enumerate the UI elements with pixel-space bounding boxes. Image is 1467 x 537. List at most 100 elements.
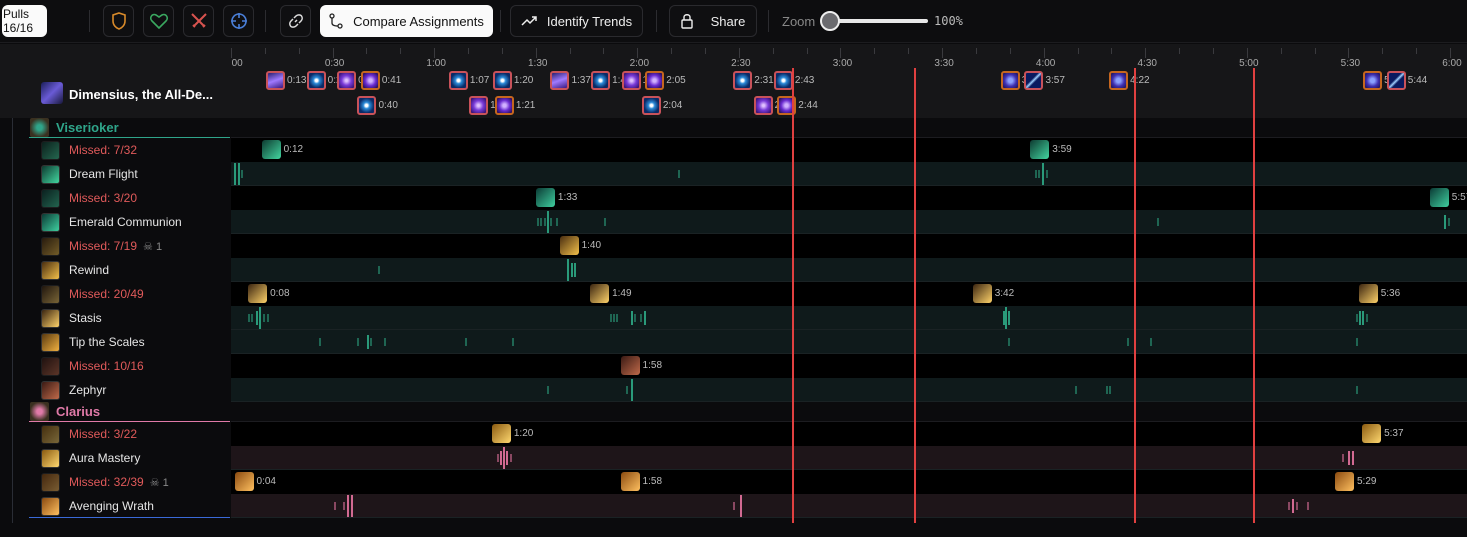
boss-ability-icon[interactable]	[550, 71, 570, 90]
ability-row[interactable]: Dream Flight	[29, 162, 230, 186]
player-header[interactable]	[29, 517, 230, 537]
boss-ability-icon[interactable]	[645, 71, 665, 90]
zephyr-cast-icon[interactable]	[620, 356, 640, 375]
usage-tick	[333, 502, 336, 510]
ability-row[interactable]: Rewind	[29, 258, 230, 282]
dream-flight-cast-icon[interactable]	[261, 140, 281, 159]
timeline[interactable]: 0:00 0:30 1:00 1:30 2:00 2:30 3:00 3:30 4:00 4:30…	[231, 44, 1467, 523]
usage-tick	[677, 170, 680, 178]
divider	[500, 10, 501, 32]
stasis-cast-icon[interactable]	[590, 284, 610, 303]
boss-ability-icon[interactable]	[357, 96, 377, 115]
emerald-communion-cast-icon[interactable]	[1429, 188, 1449, 207]
missed-casts-row[interactable]: Missed: 7/32	[29, 138, 230, 162]
time-marker-line[interactable]	[913, 68, 916, 523]
ruler-tick	[1043, 48, 1045, 58]
boss-ability-icon[interactable]	[1386, 71, 1406, 90]
boss-ability-icon[interactable]	[1363, 71, 1383, 90]
missed-casts-row[interactable]: Missed: 10/16	[29, 354, 230, 378]
pulls-button[interactable]: Pulls 16/16	[2, 5, 47, 37]
usage-tick	[238, 163, 241, 185]
skull-icon: ☠	[143, 240, 156, 253]
boss-ability-icon[interactable]	[448, 71, 468, 90]
boss-ability-icon[interactable]	[492, 71, 512, 90]
time-marker-line[interactable]	[792, 68, 795, 523]
healer-filter-button[interactable]	[143, 5, 174, 37]
zoom-slider-track[interactable]	[828, 19, 928, 23]
usage-tick	[259, 307, 262, 329]
player-name: Clarius	[56, 404, 101, 419]
missed-casts-row[interactable]: Missed: 3/22	[29, 422, 230, 446]
boss-ability-icon[interactable]	[621, 71, 641, 90]
avenging-wrath-cast-icon[interactable]	[234, 472, 254, 491]
aura-mastery-cast-icon[interactable]	[491, 424, 511, 443]
ability-name: Aura Mastery	[69, 451, 141, 465]
ruler-label: 0:30	[324, 58, 345, 69]
ability-row[interactable]: Emerald Communion	[29, 210, 230, 234]
boss-ability-icon[interactable]	[360, 71, 380, 90]
ability-usage-row	[231, 210, 1467, 234]
aura-mastery-icon	[41, 424, 60, 444]
boss-ability-icon[interactable]	[733, 71, 753, 90]
share-button[interactable]: Share	[669, 5, 757, 37]
ability-row[interactable]: Stasis	[29, 306, 230, 330]
ability-row[interactable]: Tip the Scales	[29, 330, 230, 354]
ruler-tick	[231, 48, 232, 58]
missed-casts-row[interactable]: Missed: 7/19 ☠ 1	[29, 234, 230, 258]
boss-ability-icon[interactable]	[337, 71, 357, 90]
boss-ability-icon[interactable]	[1000, 71, 1020, 90]
time-marker-line[interactable]	[1134, 68, 1137, 523]
usage-tick	[1358, 311, 1361, 325]
aura-mastery-cast-icon[interactable]	[1362, 424, 1382, 443]
boss-ability-icon[interactable]	[753, 96, 773, 115]
avenging-wrath-cast-icon[interactable]	[620, 472, 640, 491]
boss-ability-icon[interactable]	[1024, 71, 1044, 90]
ruler-tick	[1314, 48, 1316, 54]
stasis-cast-icon[interactable]	[972, 284, 992, 303]
divider	[265, 10, 266, 32]
time-marker-line[interactable]	[1252, 68, 1255, 523]
missed-casts-row[interactable]: Missed: 32/39 ☠ 1	[29, 470, 230, 494]
deaths-count: ☠ 1	[150, 476, 169, 489]
boss-ability-icon[interactable]	[494, 96, 514, 115]
boss-ability-icon[interactable]	[306, 71, 326, 90]
avenging-wrath-cast-icon[interactable]	[1334, 472, 1354, 491]
ability-row[interactable]: Aura Mastery	[29, 446, 230, 470]
target-filter-button[interactable]	[223, 5, 254, 37]
copy-link-button[interactable]	[280, 5, 311, 37]
stasis-cast-icon[interactable]	[248, 284, 268, 303]
usage-tick	[343, 502, 346, 510]
ruler-label: 0:00	[231, 58, 243, 69]
compare-assignments-button[interactable]: Compare Assignments	[320, 5, 493, 37]
tank-filter-button[interactable]	[103, 5, 134, 37]
identify-trends-button[interactable]: Identify Trends	[510, 5, 643, 37]
boss-ability-icon[interactable]	[641, 96, 661, 115]
boss-ability-icon[interactable]	[773, 71, 793, 90]
ability-usage-row	[231, 446, 1467, 470]
boss-ability-icon[interactable]	[1109, 71, 1129, 90]
avenging-wrath-icon	[41, 472, 60, 492]
stasis-cast-icon[interactable]	[1358, 284, 1378, 303]
emerald-communion-cast-icon[interactable]	[535, 188, 555, 207]
ruler-label: 2:30	[731, 58, 751, 69]
ruler-tick	[1449, 48, 1451, 58]
usage-tick	[356, 338, 359, 346]
boss-ability-icon[interactable]	[591, 71, 611, 90]
player-header[interactable]: Clarius	[29, 402, 230, 422]
boss-ability-icon[interactable]	[469, 96, 489, 115]
dream-flight-cast-icon[interactable]	[1030, 140, 1050, 159]
player-header[interactable]: Viserioker	[29, 118, 230, 138]
ability-row[interactable]: Avenging Wrath	[29, 494, 230, 518]
usage-tick	[347, 495, 350, 517]
missed-casts-row[interactable]: Missed: 20/49	[29, 282, 230, 306]
ability-row[interactable]: Zephyr	[29, 378, 230, 402]
usage-tick	[1046, 170, 1048, 178]
zoom-slider-thumb[interactable]	[820, 11, 840, 31]
ruler-label: 5:00	[1239, 58, 1259, 69]
rewind-cast-icon[interactable]	[559, 236, 579, 255]
boss-ability-icon[interactable]	[266, 71, 286, 90]
dps-filter-button[interactable]	[183, 5, 214, 37]
missed-casts-row[interactable]: Missed: 3/20	[29, 186, 230, 210]
ruler-tick	[942, 48, 944, 58]
shield-icon	[111, 12, 126, 30]
